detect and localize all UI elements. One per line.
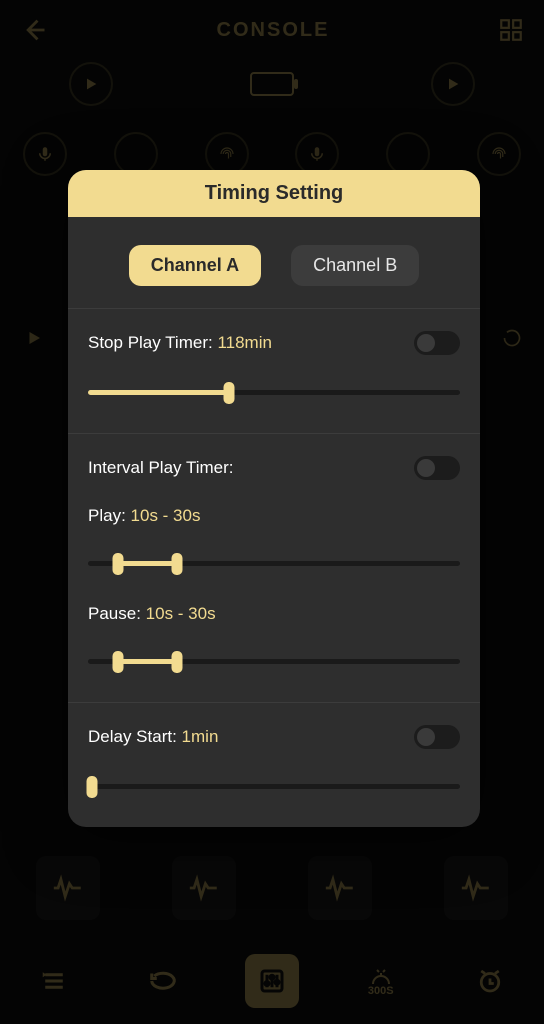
pause-range-value: 10s - 30s: [146, 604, 216, 623]
pause-range-slider[interactable]: [88, 648, 460, 676]
stop-timer-value: 118min: [217, 333, 272, 352]
delay-value: 1min: [182, 727, 219, 746]
pause-range-label: Pause: 10s - 30s: [88, 604, 460, 624]
stop-timer-slider[interactable]: [88, 379, 460, 407]
play-range-slider[interactable]: [88, 550, 460, 578]
tab-channel-b[interactable]: Channel B: [291, 245, 419, 286]
stop-timer-toggle[interactable]: [414, 331, 460, 355]
stop-timer-label: Stop Play Timer: 118min: [88, 333, 272, 353]
tab-channel-a[interactable]: Channel A: [129, 245, 261, 286]
delay-label: Delay Start: 1min: [88, 727, 218, 747]
interval-toggle[interactable]: [414, 456, 460, 480]
play-range-value: 10s - 30s: [131, 506, 201, 525]
interval-label: Interval Play Timer:: [88, 458, 234, 478]
play-range-label: Play: 10s - 30s: [88, 506, 460, 526]
delay-slider[interactable]: [88, 773, 460, 801]
modal-title: Timing Setting: [68, 170, 480, 217]
delay-toggle[interactable]: [414, 725, 460, 749]
timing-setting-modal: Timing Setting Channel A Channel B Stop …: [68, 170, 480, 827]
